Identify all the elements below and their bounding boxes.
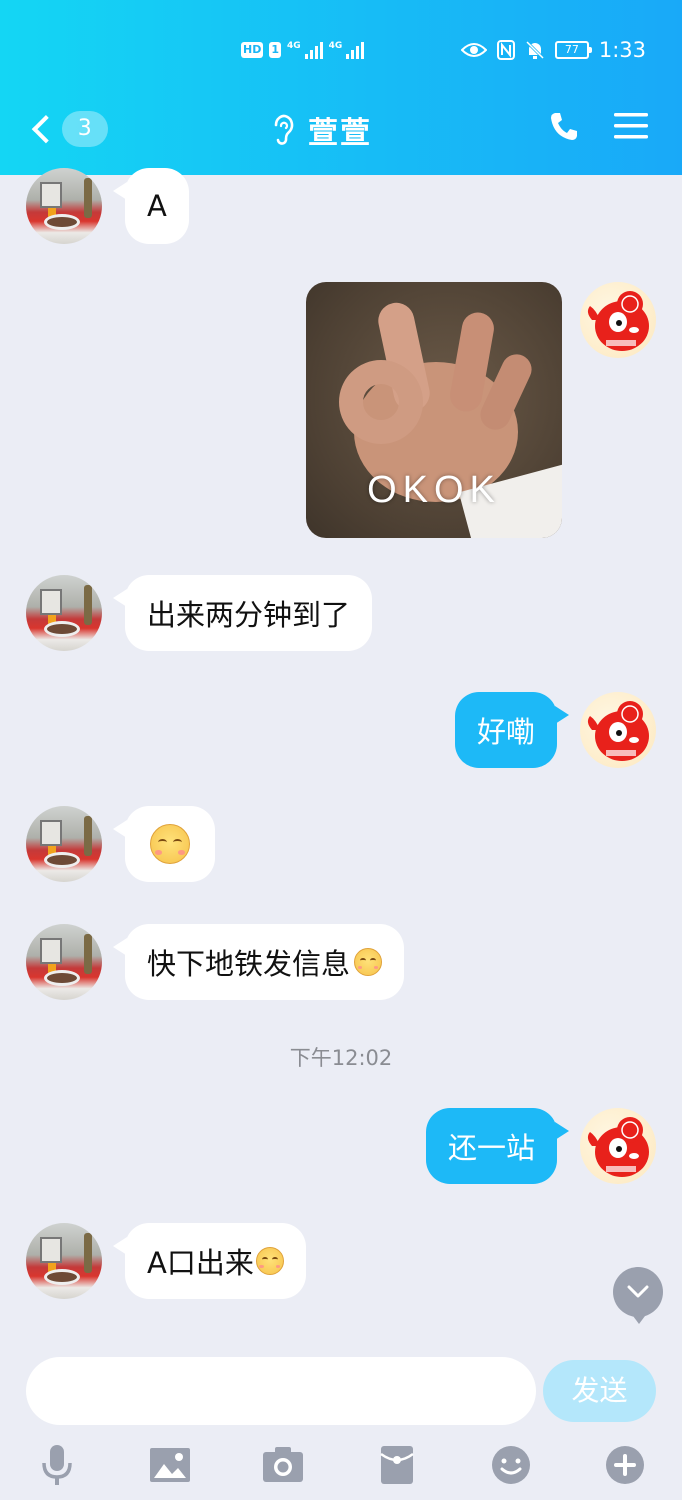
- back-button[interactable]: 3: [28, 107, 108, 151]
- contact-avatar[interactable]: [26, 575, 102, 651]
- sim-badge: 1: [269, 42, 281, 58]
- send-button[interactable]: 发送: [543, 1360, 656, 1422]
- hd-badge: HD: [241, 42, 264, 58]
- message-bubble-me[interactable]: 好嘞: [454, 692, 570, 768]
- signal-icon: 4G: [287, 41, 323, 59]
- message-bubble-them[interactable]: [113, 806, 215, 882]
- red-packet-icon[interactable]: [372, 1440, 422, 1490]
- ear-icon: [270, 113, 296, 147]
- message-text: A: [147, 189, 167, 223]
- sticker-caption: OKOK: [367, 469, 501, 511]
- header-actions: [548, 108, 648, 148]
- contact-name: 萱萱: [308, 116, 372, 151]
- message-input[interactable]: [26, 1357, 536, 1425]
- back-icon: [31, 115, 60, 143]
- nfc-icon: [496, 40, 515, 60]
- camera-icon[interactable]: [258, 1440, 308, 1490]
- contact-title[interactable]: 萱萱: [270, 108, 372, 152]
- image-icon[interactable]: [145, 1440, 195, 1490]
- contact-avatar[interactable]: [26, 924, 102, 1000]
- message-bubble-me[interactable]: 还一站: [425, 1108, 570, 1184]
- message-timestamp: 下午12:02: [289, 1046, 393, 1070]
- my-avatar[interactable]: [580, 1108, 656, 1184]
- smiley-emoji-icon: [354, 948, 383, 976]
- my-avatar[interactable]: [580, 282, 656, 358]
- message-bubble-them[interactable]: A口出来: [113, 1223, 306, 1299]
- composer-toolbar: [0, 1432, 682, 1498]
- message-bubble-them[interactable]: A: [113, 168, 189, 244]
- chevron-down-icon: [627, 1285, 649, 1298]
- smiley-emoji-icon: [150, 824, 190, 864]
- message-text: 出来两分钟到了: [147, 598, 351, 632]
- network-label-1: 4G: [287, 41, 301, 51]
- message-text: 快下地铁发信息: [147, 947, 351, 981]
- network-label-2: 4G: [328, 41, 343, 51]
- contact-avatar[interactable]: [26, 1223, 102, 1299]
- message-bubble-them[interactable]: 出来两分钟到了: [112, 575, 373, 651]
- mute-bell-icon: [525, 40, 544, 60]
- scroll-to-bottom-button[interactable]: [613, 1267, 663, 1324]
- battery-icon: 77: [554, 41, 592, 59]
- message-text: 还一站: [447, 1131, 535, 1165]
- emoji-icon[interactable]: [486, 1440, 536, 1490]
- signal-icon-2: 4G: [329, 41, 365, 59]
- eye-icon: [460, 43, 487, 57]
- message-text: 好嘞: [476, 715, 535, 749]
- smiley-emoji-icon: [255, 1247, 284, 1275]
- chat-header: HD 1 4G 4G 77 1:33 3 萱萱: [0, 0, 682, 175]
- status-bar-left: HD 1 4G 4G: [241, 38, 365, 62]
- message-text: A口出来: [147, 1246, 254, 1280]
- sticker-image[interactable]: OKOK: [306, 282, 562, 538]
- message-bubble-them[interactable]: 快下地铁发信息: [112, 924, 405, 1000]
- contact-avatar[interactable]: [26, 806, 102, 882]
- phone-icon[interactable]: [548, 110, 580, 146]
- plus-icon[interactable]: [600, 1440, 650, 1490]
- status-time: 1:33: [598, 38, 646, 62]
- status-bar-right: 77 1:33: [460, 36, 646, 64]
- my-avatar[interactable]: [580, 692, 656, 768]
- unread-count-badge: 3: [61, 111, 108, 147]
- mic-icon[interactable]: [32, 1440, 82, 1490]
- contact-avatar[interactable]: [26, 168, 102, 244]
- menu-icon[interactable]: [614, 111, 648, 145]
